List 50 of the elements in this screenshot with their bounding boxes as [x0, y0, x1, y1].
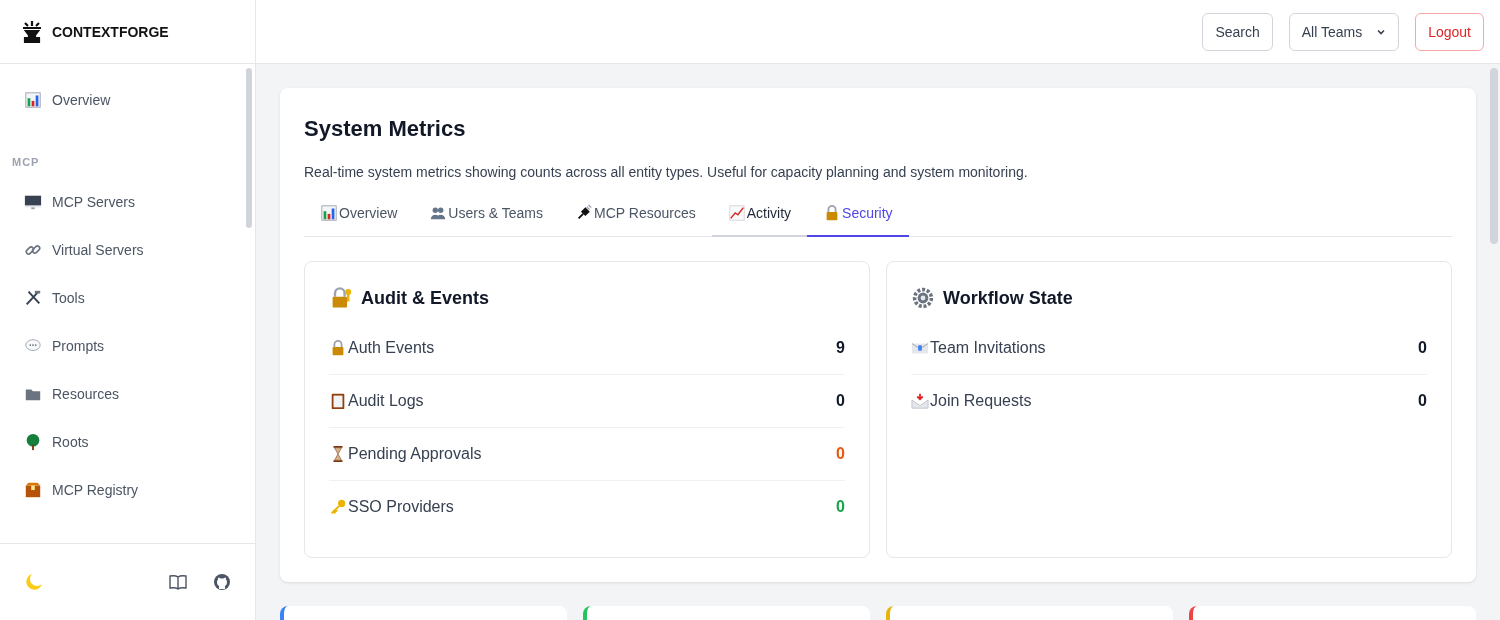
key-icon	[329, 498, 347, 516]
logout-button[interactable]: Logout	[1415, 12, 1484, 51]
bar-chart-icon	[24, 91, 42, 109]
envelope-arrow-icon	[911, 392, 929, 410]
card-title: Workflow State	[943, 287, 1073, 309]
package-icon	[24, 481, 42, 499]
tab[interactable]: Activity	[711, 194, 808, 237]
scrollbar-thumb[interactable]	[1490, 68, 1498, 244]
card-title: Audit & Events	[361, 287, 489, 309]
crescent-moon-icon[interactable]	[24, 572, 44, 592]
sidebar-item[interactable]: Tools	[12, 278, 243, 318]
sidebar-item[interactable]: MCP Registry	[12, 470, 243, 510]
trend-chart-icon	[727, 204, 746, 222]
book-icon[interactable]	[169, 574, 187, 590]
tab[interactable]: Users & Teams	[413, 194, 560, 237]
bar-chart-icon	[320, 204, 338, 222]
tab[interactable]: Overview	[304, 194, 414, 237]
gear-icon	[911, 286, 935, 310]
sidebar-item[interactable]: Roots	[12, 422, 243, 462]
monitor-icon	[24, 193, 42, 211]
github-icon[interactable]	[213, 573, 231, 591]
anvil-logo-icon	[20, 20, 44, 43]
brand-name: CONTEXTFORGE	[52, 23, 169, 40]
metric-value: 0	[836, 498, 845, 516]
metric-label: Join Requests	[930, 392, 1032, 410]
sidebar-item[interactable]: Virtual Servers	[12, 230, 243, 270]
scrollbar-thumb[interactable]	[246, 68, 252, 228]
team-dropdown[interactable]: All Teams	[1288, 12, 1400, 51]
metric-value: 9	[836, 339, 845, 357]
panel-description: Real-time system metrics showing counts across all entity types. Useful for capacity planning and system monitoring.	[304, 164, 1029, 180]
sidebar-item[interactable]: Overview	[12, 80, 243, 120]
metric-label: Team Invitations	[930, 339, 1046, 357]
metric-value: 0	[836, 445, 845, 463]
section-heading: MCP	[12, 156, 41, 168]
metric-label: SSO Providers	[348, 498, 454, 516]
metric-value: 0	[836, 392, 845, 410]
sidebar-item[interactable]: Prompts	[12, 326, 243, 366]
tree-icon	[24, 433, 42, 451]
sidebar-item[interactable]: MCP Servers	[12, 182, 243, 222]
sidebar-item[interactable]: Resources	[12, 374, 243, 414]
search-button[interactable]: Search	[1202, 12, 1273, 51]
metric-value: 0	[1418, 392, 1427, 410]
metric-label: Auth Events	[348, 339, 435, 357]
metric-label: Pending Approvals	[348, 445, 482, 463]
tab[interactable]: Security	[807, 194, 909, 237]
metric-value: 0	[1418, 339, 1427, 357]
plug-icon	[575, 204, 594, 222]
panel-title: System Metrics	[304, 115, 467, 142]
metric-label: Audit Logs	[348, 392, 424, 410]
tab[interactable]: MCP Resources	[559, 194, 712, 237]
